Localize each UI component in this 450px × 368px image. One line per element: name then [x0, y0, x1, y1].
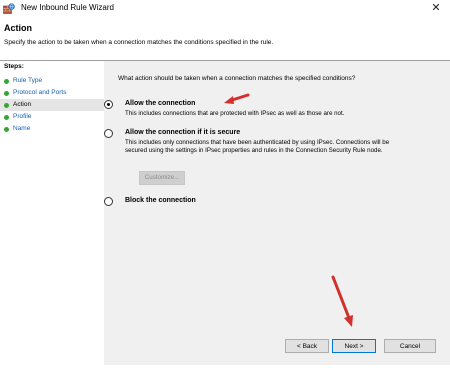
step-bullet-icon	[4, 102, 9, 108]
allow-secure-description: This includes only connections that have…	[125, 139, 390, 154]
page-title: Action	[4, 23, 32, 33]
wizard-header: Action Specify the action to be taken wh…	[0, 18, 450, 60]
step-protocol-and-ports[interactable]: Protocol and Ports	[0, 87, 104, 99]
title-bar: New Inbound Rule Wizard ✕	[0, 0, 450, 18]
allow-secure-radio[interactable]	[104, 129, 113, 138]
step-label: Protocol and Ports	[13, 89, 67, 96]
allow-label[interactable]: Allow the connection	[125, 100, 390, 107]
action-prompt: What action should be taken when a conne…	[118, 75, 356, 82]
block-radio[interactable]	[104, 197, 113, 206]
step-label: Rule Type	[13, 77, 43, 84]
step-label: Action	[13, 101, 32, 108]
step-action[interactable]: Action	[0, 99, 104, 111]
allow-radio[interactable]	[104, 100, 113, 109]
step-profile[interactable]: Profile	[0, 111, 104, 123]
step-bullet-icon	[4, 90, 9, 96]
next-button[interactable]: Next >	[332, 339, 376, 353]
firewall-icon	[3, 3, 15, 14]
step-bullet-icon	[4, 78, 9, 84]
step-bullet-icon	[4, 126, 9, 132]
option-allow: Allow the connection This includes conne…	[104, 100, 390, 118]
allow-secure-label[interactable]: Allow the connection if it is secure	[125, 129, 390, 136]
customize-button[interactable]: Customize...	[139, 171, 185, 185]
block-label[interactable]: Block the connection	[125, 197, 196, 204]
back-button[interactable]: < Back	[285, 339, 329, 353]
step-rule-type[interactable]: Rule Type	[0, 75, 104, 87]
option-block: Block the connection	[104, 197, 196, 206]
step-label: Profile	[13, 113, 32, 120]
steps-list: Rule Type Protocol and Ports Action Prof…	[0, 75, 104, 135]
step-name[interactable]: Name	[0, 123, 104, 135]
option-allow-secure: Allow the connection if it is secure Thi…	[104, 129, 390, 154]
steps-panel: Steps: Rule Type Protocol and Ports Acti…	[0, 61, 104, 365]
content-panel: What action should be taken when a conne…	[104, 61, 450, 365]
step-label: Name	[13, 125, 31, 132]
page-description: Specify the action to be taken when a co…	[4, 39, 274, 46]
step-bullet-icon	[4, 114, 9, 120]
steps-title: Steps:	[4, 63, 24, 70]
cancel-button[interactable]: Cancel	[384, 339, 436, 353]
close-button[interactable]: ✕	[422, 0, 450, 17]
window-title: New Inbound Rule Wizard	[21, 3, 114, 12]
allow-description: This includes connections that are prote…	[125, 110, 345, 117]
